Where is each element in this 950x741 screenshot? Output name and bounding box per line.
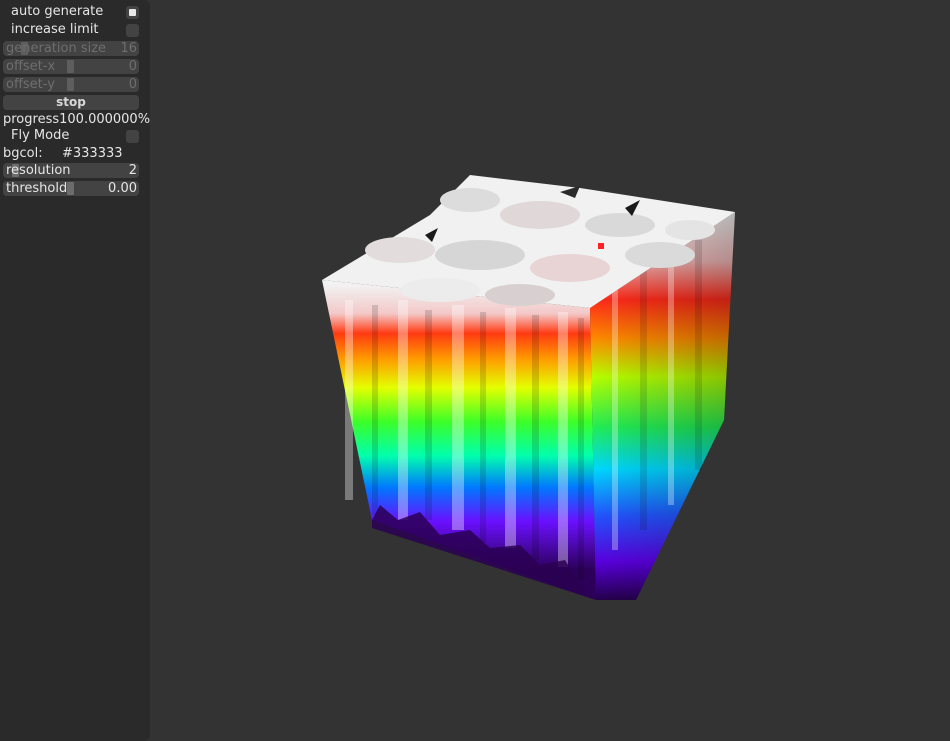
threshold-slider[interactable]: threshold 0.00 <box>3 181 139 196</box>
bgcol-label: bgcol: <box>3 146 43 161</box>
slider-knob[interactable] <box>67 78 74 91</box>
progress-readout: progress100.000000% <box>3 112 150 128</box>
fly-mode-label: Fly Mode <box>11 128 70 143</box>
offset-y-slider[interactable]: offset-y 0 <box>3 77 139 92</box>
fly-mode-checkbox[interactable] <box>126 130 139 143</box>
increase-limit-toggle[interactable]: increase limit <box>3 22 139 38</box>
stop-button[interactable]: stop <box>3 95 139 110</box>
increase-limit-label: increase limit <box>11 22 99 37</box>
threshold-value: 0.00 <box>108 181 137 196</box>
generation-size-slider[interactable]: generation size 16 <box>3 41 139 56</box>
resolution-value: 2 <box>128 163 137 178</box>
voxel-cube <box>322 175 735 600</box>
generation-size-value: 16 <box>120 41 137 56</box>
auto-generate-toggle[interactable]: auto generate <box>3 4 139 20</box>
offset-y-value: 0 <box>128 77 137 92</box>
progress-value: 100.000000% <box>59 112 151 127</box>
generation-size-label: generation size <box>6 41 107 56</box>
progress-label: progress <box>3 112 60 127</box>
auto-generate-checkbox[interactable] <box>126 6 139 19</box>
offset-x-slider[interactable]: offset-x 0 <box>3 59 139 74</box>
bgcol-row: bgcol: #333333 <box>3 146 123 162</box>
slider-knob[interactable] <box>67 60 74 73</box>
offset-x-label: offset-x <box>6 59 56 74</box>
offset-y-label: offset-y <box>6 77 55 92</box>
increase-limit-checkbox[interactable] <box>126 24 139 37</box>
fly-mode-toggle[interactable]: Fly Mode <box>3 128 139 144</box>
voxel-viewport[interactable] <box>150 0 950 741</box>
resolution-slider[interactable]: resolution 2 <box>3 163 139 178</box>
auto-generate-label: auto generate <box>11 4 104 19</box>
bgcol-value[interactable]: #333333 <box>62 146 123 162</box>
resolution-label: resolution <box>6 163 71 178</box>
threshold-label: threshold <box>6 181 68 196</box>
offset-x-value: 0 <box>128 59 137 74</box>
slider-knob[interactable] <box>67 182 74 195</box>
control-panel: auto generate increase limit generation … <box>0 0 150 741</box>
